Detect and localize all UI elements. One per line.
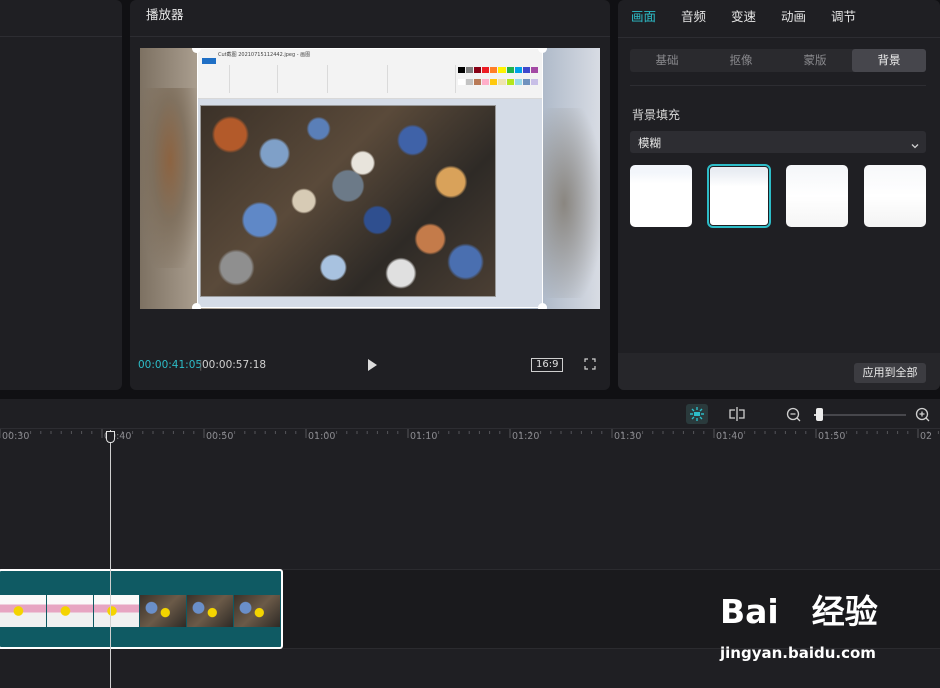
ruler-label: 00:50 xyxy=(206,431,234,442)
blurred-background-left xyxy=(140,88,200,268)
inspector-footer: 应用到全部 xyxy=(618,353,940,390)
blur-thumbnail-1[interactable] xyxy=(630,165,692,227)
total-time: 00:00:57:18 xyxy=(202,359,267,371)
playhead-line xyxy=(110,430,111,688)
background-fill-label: 背景填充 xyxy=(632,108,681,122)
subtab-background[interactable]: 背景 xyxy=(852,49,926,72)
subtab-mask[interactable]: 蒙版 xyxy=(778,49,852,72)
blurred-background-right xyxy=(540,108,600,298)
inspector-tabs: 画面 音频 变速 动画 调节 xyxy=(618,0,940,30)
embedded-file-tab xyxy=(202,58,216,64)
subtab-cutout[interactable]: 抠像 xyxy=(704,49,778,72)
embedded-paint-ribbon: Cut截图 20210715112442.jpeg - 画图 xyxy=(198,49,542,99)
tab-speed[interactable]: 变速 xyxy=(731,6,756,25)
resize-handle-top-right[interactable] xyxy=(538,48,547,53)
background-fill-value: 模糊 xyxy=(638,136,661,150)
background-fill-select[interactable]: 模糊 xyxy=(630,131,926,153)
resize-handle-bottom-right[interactable] xyxy=(538,303,547,309)
inspector-panel: 画面 音频 变速 动画 调节 基础 抠像 蒙版 背景 背景填充 模糊 应用到全部 xyxy=(618,0,940,390)
tab-picture[interactable]: 画面 xyxy=(631,6,656,25)
auto-snap-icon[interactable] xyxy=(686,404,708,424)
apply-to-all-button[interactable]: 应用到全部 xyxy=(854,363,926,383)
ruler-label: 01:40 xyxy=(716,431,744,442)
preview-canvas[interactable]: Cut截图 20210715112442.jpeg - 画图 xyxy=(140,48,600,309)
playhead-handle[interactable] xyxy=(106,431,115,443)
embedded-window-title: Cut截图 20210715112442.jpeg - 画图 xyxy=(218,52,311,58)
zoom-slider-track[interactable] xyxy=(814,414,906,416)
watermark-url: jingyan.baidu.com xyxy=(720,644,876,662)
color-palette xyxy=(458,67,538,89)
tab-animation[interactable]: 动画 xyxy=(781,6,806,25)
ruler-label: 01:30 xyxy=(614,431,642,442)
play-button[interactable] xyxy=(364,357,380,373)
resize-handle-bottom-left[interactable] xyxy=(192,303,201,309)
split-icon[interactable] xyxy=(726,404,748,424)
fullscreen-icon[interactable] xyxy=(584,358,596,370)
watermark-brand: Bai 经验 xyxy=(720,592,878,631)
ruler-label: 01:50 xyxy=(818,431,846,442)
video-clip[interactable] xyxy=(0,569,283,649)
inspector-divider xyxy=(618,37,940,38)
clip-thumbnails xyxy=(0,595,281,627)
ruler-label: 00:30 xyxy=(2,431,30,442)
tab-adjust[interactable]: 调节 xyxy=(831,6,856,25)
section-divider xyxy=(630,85,926,86)
video-editor: 播放器 Cut截图 20210715112442.jpeg - 画图 00:00… xyxy=(0,0,940,688)
blur-thumbnail-4[interactable] xyxy=(864,165,926,227)
stones-image xyxy=(200,105,496,297)
ruler-label: 01:00 xyxy=(308,431,336,442)
tab-audio[interactable]: 音频 xyxy=(681,6,706,25)
zoom-out-icon[interactable] xyxy=(783,404,805,424)
current-time: 00:00:41:05 xyxy=(138,359,203,371)
zoom-in-icon[interactable] xyxy=(912,404,934,424)
media-panel xyxy=(0,0,122,390)
time-ruler[interactable]: 00:30 00:40 00:50 01:00 01:10 01:20 01:3… xyxy=(0,429,940,445)
aspect-ratio-button[interactable]: 16:9 xyxy=(531,358,564,372)
baidu-jingyan-watermark: Bai 经验 jingyan.baidu.com xyxy=(720,585,900,665)
subtab-basic[interactable]: 基础 xyxy=(630,49,704,72)
player-title: 播放器 xyxy=(130,0,610,37)
media-panel-header xyxy=(0,0,122,37)
player-panel: 播放器 Cut截图 20210715112442.jpeg - 画图 00:00… xyxy=(130,0,610,390)
blur-thumbnail-2[interactable] xyxy=(707,164,771,228)
playback-bar: 00:00:41:05 | 00:00:57:18 16:9 xyxy=(138,356,602,374)
ruler-label: 02 xyxy=(920,431,933,442)
ruler-label: 01:20 xyxy=(512,431,540,442)
picture-subtabs: 基础 抠像 蒙版 背景 xyxy=(630,49,926,72)
timeline-toolbar xyxy=(0,399,940,429)
video-frame[interactable]: Cut截图 20210715112442.jpeg - 画图 xyxy=(197,48,543,308)
embedded-ribbon-groups xyxy=(202,65,540,93)
blur-thumbnail-3[interactable] xyxy=(786,165,848,227)
zoom-slider-knob[interactable] xyxy=(815,408,823,421)
chevron-down-icon xyxy=(910,136,920,149)
ruler-label: 01:10 xyxy=(410,431,438,442)
